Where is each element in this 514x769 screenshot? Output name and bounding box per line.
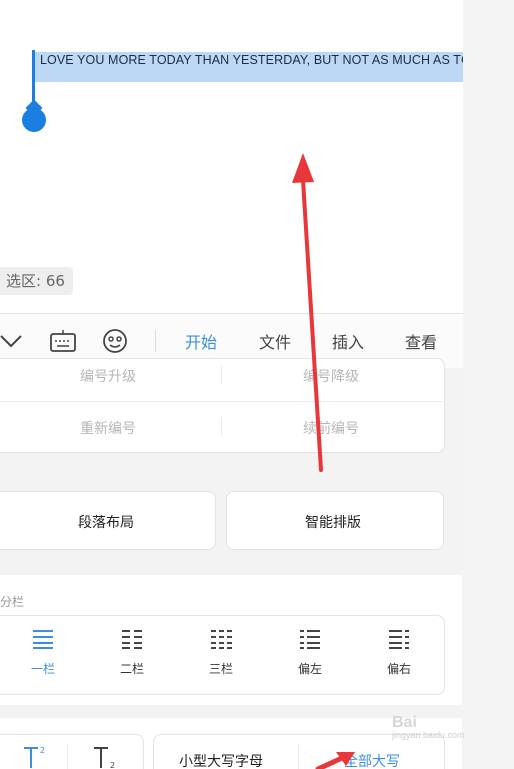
selection-count-badge: 选区: 66: [0, 267, 73, 295]
column-two-button[interactable]: 二栏: [107, 628, 157, 677]
toolbar-divider: [155, 330, 156, 352]
script-divider: [67, 744, 68, 769]
watermark-brand: Bai: [392, 714, 417, 731]
baidu-watermark: Bai jingyan.baidu.com: [392, 714, 465, 740]
superscript-icon[interactable]: 2: [22, 744, 50, 769]
selected-text[interactable]: LOVE YOU MORE TODAY THAN YESTERDAY, BUT …: [40, 52, 463, 68]
demote-numbering-button[interactable]: 编号降级: [303, 366, 359, 386]
column-three-label: 三栏: [208, 662, 233, 676]
numbering-divider: [221, 366, 222, 384]
small-caps-button[interactable]: 小型大写字母: [179, 751, 263, 769]
tab-view[interactable]: 查看: [405, 329, 437, 353]
promote-numbering-button[interactable]: 编号升级: [80, 366, 136, 386]
two-column-icon: [122, 630, 142, 649]
three-column-icon: [211, 630, 232, 649]
watermark-sub: jingyan.baidu.com: [392, 730, 465, 740]
subscript-icon[interactable]: 2: [92, 744, 120, 769]
column-one-label: 一栏: [30, 662, 55, 676]
column-three-button[interactable]: 三栏: [196, 628, 246, 677]
selection-handle[interactable]: [22, 108, 46, 132]
smart-layout-label: 智能排版: [305, 515, 361, 531]
right-margin: [463, 0, 514, 769]
right-column-icon: [389, 630, 409, 649]
paragraph-layout-label: 段落布局: [78, 515, 134, 531]
emoji-icon[interactable]: [100, 326, 130, 356]
columns-section-title: 分栏: [0, 595, 25, 609]
column-left-button[interactable]: 偏左: [285, 628, 335, 677]
numbering-divider: [221, 417, 222, 435]
tab-start[interactable]: 开始: [185, 329, 217, 353]
tab-insert[interactable]: 插入: [332, 329, 364, 353]
tab-file[interactable]: 文件: [259, 329, 291, 353]
column-left-label: 偏左: [297, 662, 322, 676]
case-divider: [298, 744, 299, 769]
document-page: LOVE YOU MORE TODAY THAN YESTERDAY, BUT …: [0, 0, 463, 769]
restart-numbering-button[interactable]: 重新编号: [80, 418, 136, 438]
left-column-icon: [300, 630, 320, 649]
numbering-card: [0, 358, 445, 453]
all-caps-button[interactable]: 全部大写: [344, 751, 400, 769]
continue-numbering-button[interactable]: 续前编号: [303, 418, 359, 438]
one-column-icon: [33, 630, 53, 649]
column-two-label: 二栏: [119, 662, 144, 676]
column-right-label: 偏右: [386, 662, 411, 676]
column-right-button[interactable]: 偏右: [374, 628, 424, 677]
svg-text:2: 2: [110, 761, 115, 769]
numbering-row-divider: [0, 401, 443, 402]
chevron-down-icon[interactable]: [0, 326, 26, 356]
column-one-button[interactable]: 一栏: [18, 628, 68, 677]
keyboard-icon[interactable]: [48, 326, 78, 356]
svg-text:2: 2: [40, 746, 45, 755]
